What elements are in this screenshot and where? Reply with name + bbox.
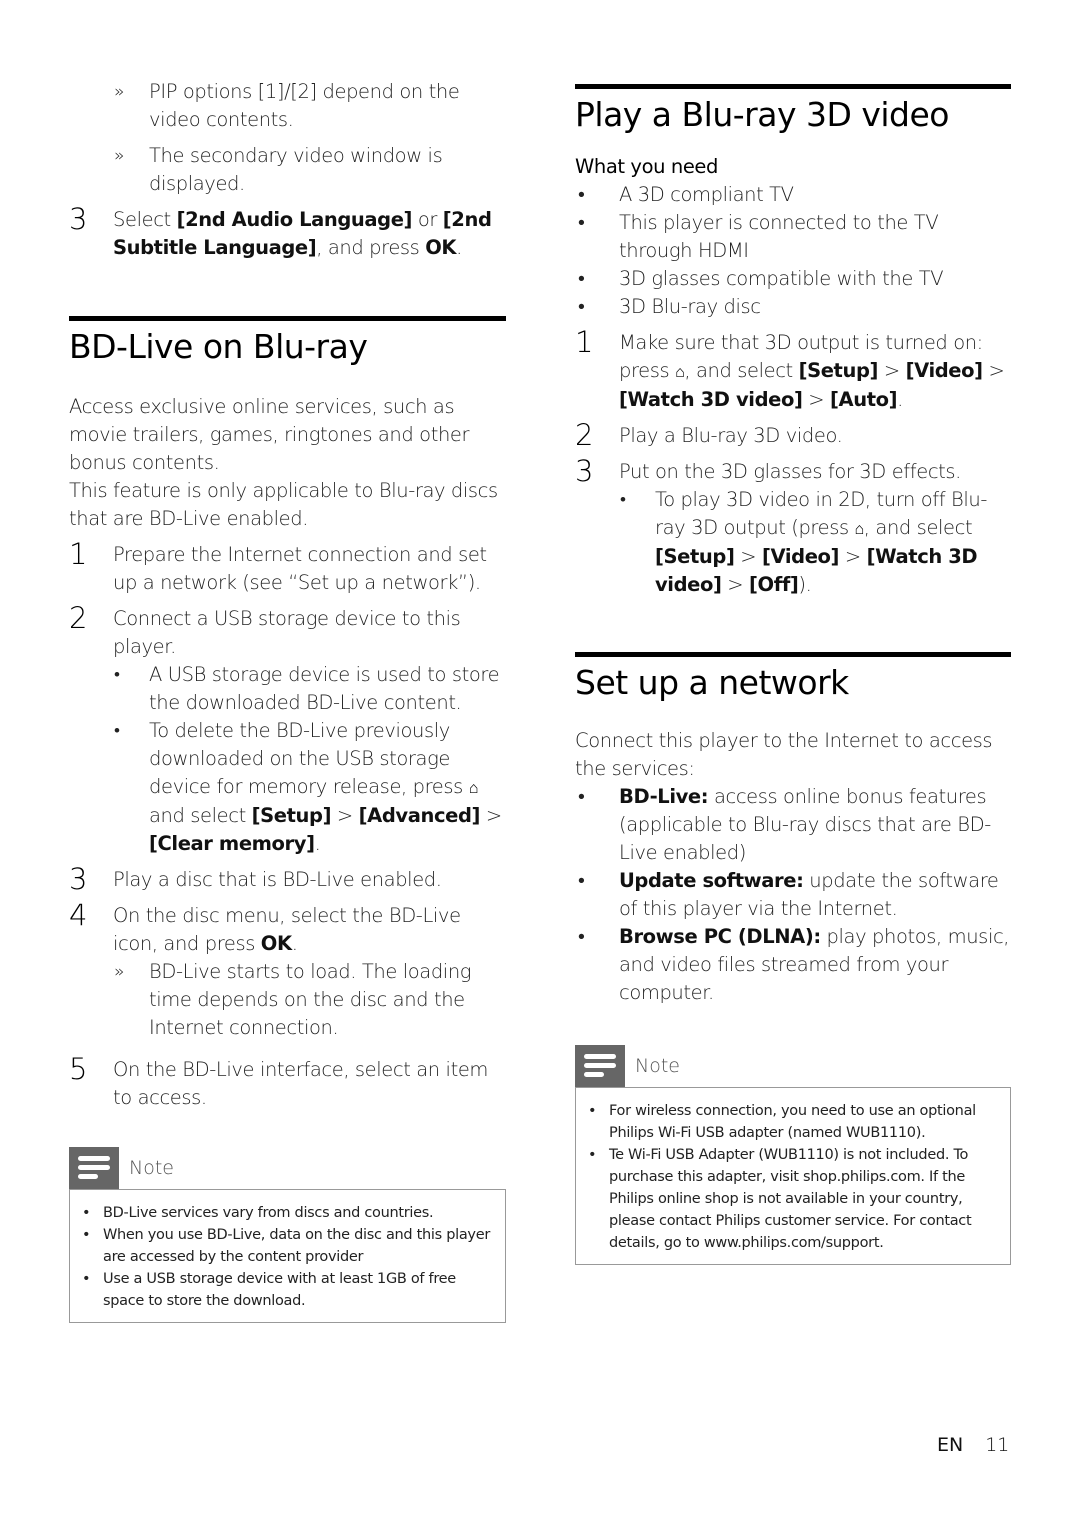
need-item: • 3D glasses compatible with the TV — [578, 267, 944, 290]
result-item: » The secondary video window is displaye… — [114, 144, 443, 195]
intro-paragraph: Connect this player to the Internet to a… — [575, 729, 993, 780]
section-title: Play a Blu-ray 3D video — [575, 95, 950, 134]
page-footer: EN 11 — [937, 1434, 1009, 1456]
note-label: Note — [635, 1055, 680, 1077]
step-3: 3 Put on the 3D glasses for 3D effects. — [575, 454, 961, 488]
bullet-item: • A USB storage device is used to store … — [114, 663, 500, 714]
home-icon: ⌂ — [854, 519, 865, 538]
service-item-browse-pc: • Browse PC (DLNA): play photos, music, a… — [578, 925, 1010, 1004]
what-you-need-label: What you need — [575, 155, 718, 178]
home-icon: ⌂ — [675, 362, 685, 381]
intro-paragraph: Access exclusive online services, such a… — [69, 395, 470, 474]
step-1: 1 Make sure that 3D output is turned on:… — [575, 325, 1005, 411]
note-item: • When you use BD-Live, data on the disc … — [82, 1227, 490, 1265]
need-item: • This player is connected to the TV thro… — [578, 211, 939, 262]
step-2: 2 Connect a USB storage device to this p… — [69, 601, 461, 658]
note-item: • BD-Live services vary from discs and co… — [82, 1205, 434, 1221]
step-3-select-language: 3 Select [2nd Audio Language] or [2nd Su… — [69, 202, 492, 259]
step-3: 3 Play a disc that is BD-Live enabled. — [69, 862, 442, 896]
note-header: Note — [69, 1147, 506, 1189]
section-title: BD-Live on Blu-ray — [69, 327, 368, 366]
note-label: Note — [129, 1157, 174, 1179]
step-2: 2 Play a Blu-ray 3D video. — [575, 418, 843, 452]
section-divider — [575, 84, 1011, 89]
note-box-bd-live: Note • BD-Live services vary from discs a… — [69, 1147, 506, 1323]
note-item: • For wireless connection, you need to us… — [588, 1103, 976, 1141]
note-icon — [575, 1045, 625, 1087]
section-play-3d: Play a Blu-ray 3D video What you need • A… — [575, 84, 1011, 599]
section-title: Set up a network — [575, 663, 849, 702]
note-icon — [69, 1147, 119, 1189]
language-code: EN — [937, 1434, 964, 1456]
step-4: 4 On the disc menu, select the BD-Live i… — [69, 898, 461, 955]
note-content: • For wireless connection, you need to us… — [575, 1087, 1011, 1265]
note-item: • Te Wi-Fi USB Adapter (WUB1110) is not i… — [588, 1147, 972, 1251]
need-item: • A 3D compliant TV — [578, 183, 794, 206]
note-box-network: Note • For wireless connection, you need … — [575, 1045, 1011, 1265]
home-icon: ⌂ — [468, 778, 479, 797]
section-set-up-network: Set up a network Connect this player to … — [575, 652, 1011, 1007]
bullet-item: • To play 3D video in 2D, turn off Blu-r… — [620, 488, 987, 596]
bullet-item: • To delete the BD-Live previously downl… — [114, 719, 502, 855]
note-item: • Use a USB storage device with at least … — [82, 1271, 456, 1309]
intro-paragraph: This feature is only applicable to Blu-r… — [69, 479, 498, 530]
note-content: • BD-Live services vary from discs and co… — [69, 1189, 506, 1323]
left-column: » PIP options [1]/[2] depend on the vide… — [69, 78, 506, 262]
note-header: Note — [575, 1045, 1011, 1087]
result-item: » BD-Live starts to load. The loading ti… — [114, 960, 472, 1039]
page-number: 11 — [985, 1434, 1010, 1456]
step-1: 1 Prepare the Internet connection and se… — [69, 537, 487, 594]
section-divider — [69, 316, 506, 321]
section-bd-live: BD-Live on Blu-ray Access exclusive onli… — [69, 316, 506, 1112]
service-item-bd-live: • BD-Live: access online bonus features (… — [578, 785, 991, 864]
service-item-update-software: • Update software: update the software of… — [578, 869, 999, 920]
section-divider — [575, 652, 1011, 657]
step-5: 5 On the BD-Live interface, select an it… — [69, 1052, 489, 1109]
need-item: • 3D Blu-ray disc — [578, 295, 761, 318]
result-item: » PIP options [1]/[2] depend on the vide… — [114, 80, 460, 131]
